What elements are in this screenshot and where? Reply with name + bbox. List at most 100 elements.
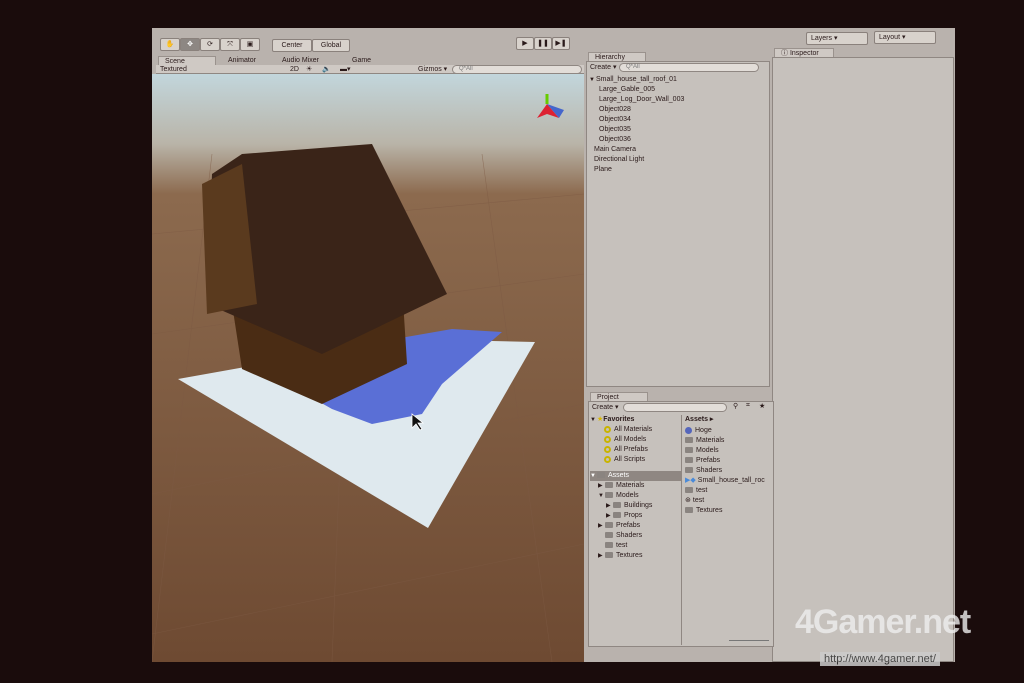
- hierarchy-item-label: Large_Gable_005: [599, 86, 656, 93]
- hierarchy-item-label: Directional Light: [594, 156, 645, 163]
- search-filter-icon: [604, 435, 611, 443]
- play-button[interactable]: ▶: [516, 37, 534, 50]
- assets-breadcrumb[interactable]: Assets ▸: [685, 415, 713, 425]
- asset-item[interactable]: Textures: [685, 506, 773, 516]
- move-tool-button[interactable]: ✥: [180, 38, 200, 51]
- hierarchy-item[interactable]: Object028: [589, 105, 767, 115]
- prefab-icon: ▶◆: [685, 477, 696, 484]
- asset-item[interactable]: Models: [685, 446, 773, 456]
- hierarchy-item-label: Large_Log_Door_Wall_003: [599, 96, 685, 103]
- audio-toggle-icon[interactable]: 🔈: [322, 65, 331, 74]
- filter-by-label-icon[interactable]: ⌗: [746, 402, 750, 410]
- pivot-center-button[interactable]: Center: [272, 39, 312, 52]
- inspector-panel: [772, 57, 954, 662]
- folder-icon: [605, 532, 613, 539]
- folder-label: Props: [624, 512, 643, 519]
- favorite-item[interactable]: All Prefabs: [590, 445, 681, 455]
- asset-item[interactable]: Shaders: [685, 466, 773, 476]
- hierarchy-item-label: Object028: [599, 106, 631, 113]
- expand-arrow-icon[interactable]: ▶: [606, 501, 613, 511]
- asset-item[interactable]: ▶◆ Small_house_tall_roc: [685, 476, 773, 486]
- tab-animator[interactable]: Animator: [222, 56, 262, 65]
- hierarchy-create-dropdown[interactable]: Create ▾: [590, 63, 616, 72]
- hierarchy-item[interactable]: Object035: [589, 125, 767, 135]
- asset-item[interactable]: Prefabs: [685, 456, 773, 466]
- favorite-label: All Materials: [614, 426, 653, 433]
- project-folder[interactable]: ▶ Materials: [590, 481, 681, 491]
- scene-view[interactable]: [152, 74, 584, 662]
- hierarchy-item-label: Object036: [599, 136, 631, 143]
- project-folder[interactable]: test: [590, 541, 681, 551]
- hierarchy-item[interactable]: Plane: [589, 165, 767, 175]
- favorite-star-icon[interactable]: ★: [759, 402, 765, 410]
- effects-dropdown-icon[interactable]: ▬▾: [340, 65, 351, 74]
- rect-tool-button[interactable]: ▣: [240, 38, 260, 51]
- asset-label: Materials: [696, 437, 725, 444]
- favorites-header[interactable]: ▼★Favorites: [590, 415, 681, 425]
- expand-arrow-icon[interactable]: ▼: [589, 75, 596, 85]
- favorite-item[interactable]: All Scripts: [590, 455, 681, 465]
- hierarchy-item-label: Plane: [594, 166, 612, 173]
- expand-arrow-icon[interactable]: ▶: [598, 551, 605, 561]
- project-folder[interactable]: ▶ Prefabs: [590, 521, 681, 531]
- gizmos-dropdown[interactable]: Gizmos ▾: [418, 65, 447, 74]
- asset-item[interactable]: test: [685, 486, 773, 496]
- filter-by-type-icon[interactable]: ⚲: [733, 402, 738, 410]
- project-folder[interactable]: ▼ Models: [590, 491, 681, 501]
- layout-dropdown[interactable]: Layout ▾: [874, 31, 936, 44]
- expand-arrow-icon[interactable]: ▶: [598, 521, 605, 531]
- assets-header[interactable]: ▼ Assets: [590, 471, 681, 481]
- create-label: Create: [590, 64, 612, 71]
- project-folder[interactable]: Shaders: [590, 531, 681, 541]
- hierarchy-item[interactable]: Main Camera: [589, 145, 767, 155]
- folder-icon: [605, 552, 613, 559]
- step-button[interactable]: ▶❚: [552, 37, 570, 50]
- folder-icon: [685, 487, 693, 494]
- project-folder[interactable]: ▶ Buildings: [590, 501, 681, 511]
- asset-label: Small_house_tall_roc: [697, 477, 765, 484]
- rotate-tool-button[interactable]: ⟳: [200, 38, 220, 51]
- favorite-item[interactable]: All Materials: [590, 425, 681, 435]
- watermark-logo: 4Gamer.net: [795, 603, 971, 641]
- project-search-input[interactable]: [623, 403, 727, 412]
- project-title: Project: [597, 394, 619, 401]
- hand-tool-button[interactable]: ✋: [160, 38, 180, 51]
- asset-item[interactable]: Hoge: [685, 426, 773, 436]
- hierarchy-item[interactable]: ▼Small_house_tall_roof_01: [589, 75, 767, 85]
- expand-arrow-icon[interactable]: ▶: [606, 511, 613, 521]
- hierarchy-item[interactable]: Object034: [589, 115, 767, 125]
- hierarchy-item[interactable]: Directional Light: [589, 155, 767, 165]
- expand-arrow-icon[interactable]: ▶: [598, 481, 605, 491]
- shading-mode-dropdown[interactable]: Textured: [160, 65, 232, 74]
- hierarchy-item[interactable]: Large_Log_Door_Wall_003: [589, 95, 767, 105]
- asset-item[interactable]: Materials: [685, 436, 773, 446]
- scene-search-input[interactable]: Q*All: [452, 65, 582, 74]
- pivot-global-button[interactable]: Global: [312, 39, 350, 52]
- hierarchy-item-label: Small_house_tall_roof_01: [596, 76, 677, 83]
- project-create-label: Create: [592, 404, 614, 411]
- hierarchy-item[interactable]: Object036: [589, 135, 767, 145]
- hierarchy-item-label: Object034: [599, 116, 631, 123]
- asset-item[interactable]: ⊛ test: [685, 496, 773, 506]
- favorite-label: All Models: [614, 436, 647, 443]
- hierarchy-item[interactable]: Large_Gable_005: [589, 85, 767, 95]
- project-folder[interactable]: ▶ Props: [590, 511, 681, 521]
- asset-label: Prefabs: [696, 457, 721, 464]
- scale-tool-button[interactable]: ⤧: [220, 38, 240, 51]
- 2d-toggle[interactable]: 2D: [290, 65, 299, 74]
- favorite-item[interactable]: All Models: [590, 435, 681, 445]
- search-filter-icon: [604, 455, 611, 463]
- tab-audio-mixer[interactable]: Audio Mixer: [276, 56, 325, 65]
- expand-arrow-icon[interactable]: ▼: [598, 491, 605, 501]
- folder-icon: [613, 502, 621, 509]
- tab-game[interactable]: Game: [346, 56, 377, 65]
- project-create-dropdown[interactable]: Create ▾: [592, 403, 618, 412]
- hierarchy-search-input[interactable]: Q*All: [619, 63, 759, 72]
- favorite-label: All Scripts: [614, 456, 646, 463]
- material-sphere-icon: [685, 426, 692, 434]
- project-folder[interactable]: ▶ Textures: [590, 551, 681, 561]
- icon-size-slider[interactable]: [729, 640, 769, 641]
- pause-button[interactable]: ❚❚: [534, 37, 552, 50]
- layers-dropdown[interactable]: Layers ▾: [806, 32, 868, 45]
- lighting-toggle-icon[interactable]: ☀: [306, 65, 312, 74]
